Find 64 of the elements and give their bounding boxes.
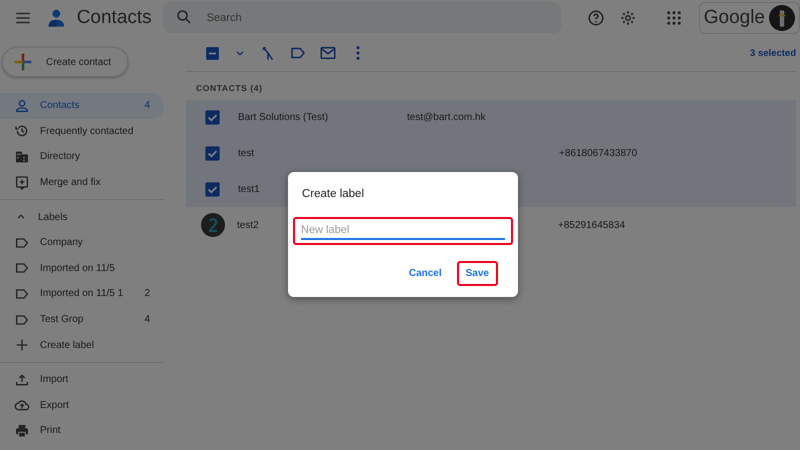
sidebar-item[interactable]: Merge and fix <box>0 170 164 196</box>
sidebar-item[interactable]: Company <box>0 230 164 256</box>
sidebar-item-label: Import <box>40 374 70 386</box>
item-count: 4 <box>144 100 150 112</box>
checkbox-icon[interactable] <box>203 144 222 164</box>
sidebar-item-label: Company <box>40 237 84 248</box>
contact-phone: +8618067433870 <box>559 148 638 160</box>
app-title: Contacts <box>76 6 153 28</box>
sidebar-item[interactable]: Export <box>0 392 164 418</box>
sidebar-item[interactable]: Directory <box>0 144 164 170</box>
help-icon[interactable] <box>586 8 605 26</box>
checkbox-icon[interactable] <box>204 44 221 62</box>
sidebar-item-label: Imported on 11/5 <box>40 262 116 274</box>
create-contact-button[interactable]: Create contact <box>2 47 128 77</box>
sidebar-item[interactable]: Test Grop 4 <box>0 306 164 332</box>
selection-count: 3 selected <box>750 48 796 58</box>
sidebar-item-label: Test Grop <box>40 314 84 326</box>
list-heading: CONTACTS (4) <box>195 82 264 95</box>
section-heading: Labels <box>38 212 68 223</box>
item-count: 4 <box>144 314 150 326</box>
search-field[interactable]: Search <box>162 2 561 33</box>
upload-icon <box>14 372 30 388</box>
apps-icon[interactable] <box>664 8 683 26</box>
person-icon <box>14 98 30 114</box>
avatar-icon[interactable] <box>201 213 225 238</box>
contact-name: test2 <box>237 220 259 231</box>
building-icon <box>14 148 30 165</box>
plus-icon <box>13 52 33 72</box>
sidebar-item[interactable]: Import <box>0 366 164 393</box>
merge-icon <box>14 174 30 191</box>
search-icon[interactable] <box>174 8 193 26</box>
sidebar-item[interactable]: Frequently contacted <box>0 118 164 144</box>
sidebar-item[interactable]: Print <box>0 418 164 444</box>
labels-toggle[interactable]: Labels <box>0 204 164 230</box>
label-name-field[interactable]: New label <box>301 222 505 240</box>
sidebar-item-label: Create label <box>40 340 95 351</box>
sidebar-item-label: Print <box>40 425 62 436</box>
sidebar-item[interactable]: Contacts 4 <box>0 93 164 119</box>
contact-name: test <box>238 148 254 160</box>
sidebar-item-label: Imported on 11/5 1 <box>40 288 124 300</box>
sidebar-item[interactable]: Imported on 11/5 <box>0 256 164 282</box>
sidebar-item[interactable]: Create label <box>0 332 164 358</box>
account-button[interactable]: Google <box>698 2 800 34</box>
avatar-icon[interactable] <box>769 4 795 30</box>
settings-icon[interactable] <box>618 8 637 26</box>
item-count: 2 <box>144 288 150 300</box>
account-label: Google <box>704 6 765 28</box>
sidebar-item-label: Directory <box>40 151 82 162</box>
sidebar-item-label: Frequently contacted <box>40 126 134 137</box>
sidebar-item-label: Merge and fix <box>40 177 102 188</box>
contact-phone: +85291645834 <box>558 220 626 231</box>
contact-email: test@bart.com.hk <box>407 112 487 124</box>
plus-icon <box>14 337 30 354</box>
contact-name: Bart Solutions (Test) <box>238 112 328 124</box>
history-icon <box>14 123 30 140</box>
checkbox-icon[interactable] <box>203 180 222 199</box>
contact-name: test1 <box>238 184 260 195</box>
checkbox-icon[interactable] <box>203 108 222 128</box>
mail-icon[interactable] <box>319 44 337 62</box>
dialog-title: Create label <box>302 188 364 200</box>
sidebar-item-label: Export <box>40 400 70 411</box>
sidebar-item-label: Contacts <box>40 100 80 112</box>
print-icon <box>14 422 30 439</box>
sidebar-item[interactable]: Imported on 11/5 1 2 <box>0 281 164 307</box>
